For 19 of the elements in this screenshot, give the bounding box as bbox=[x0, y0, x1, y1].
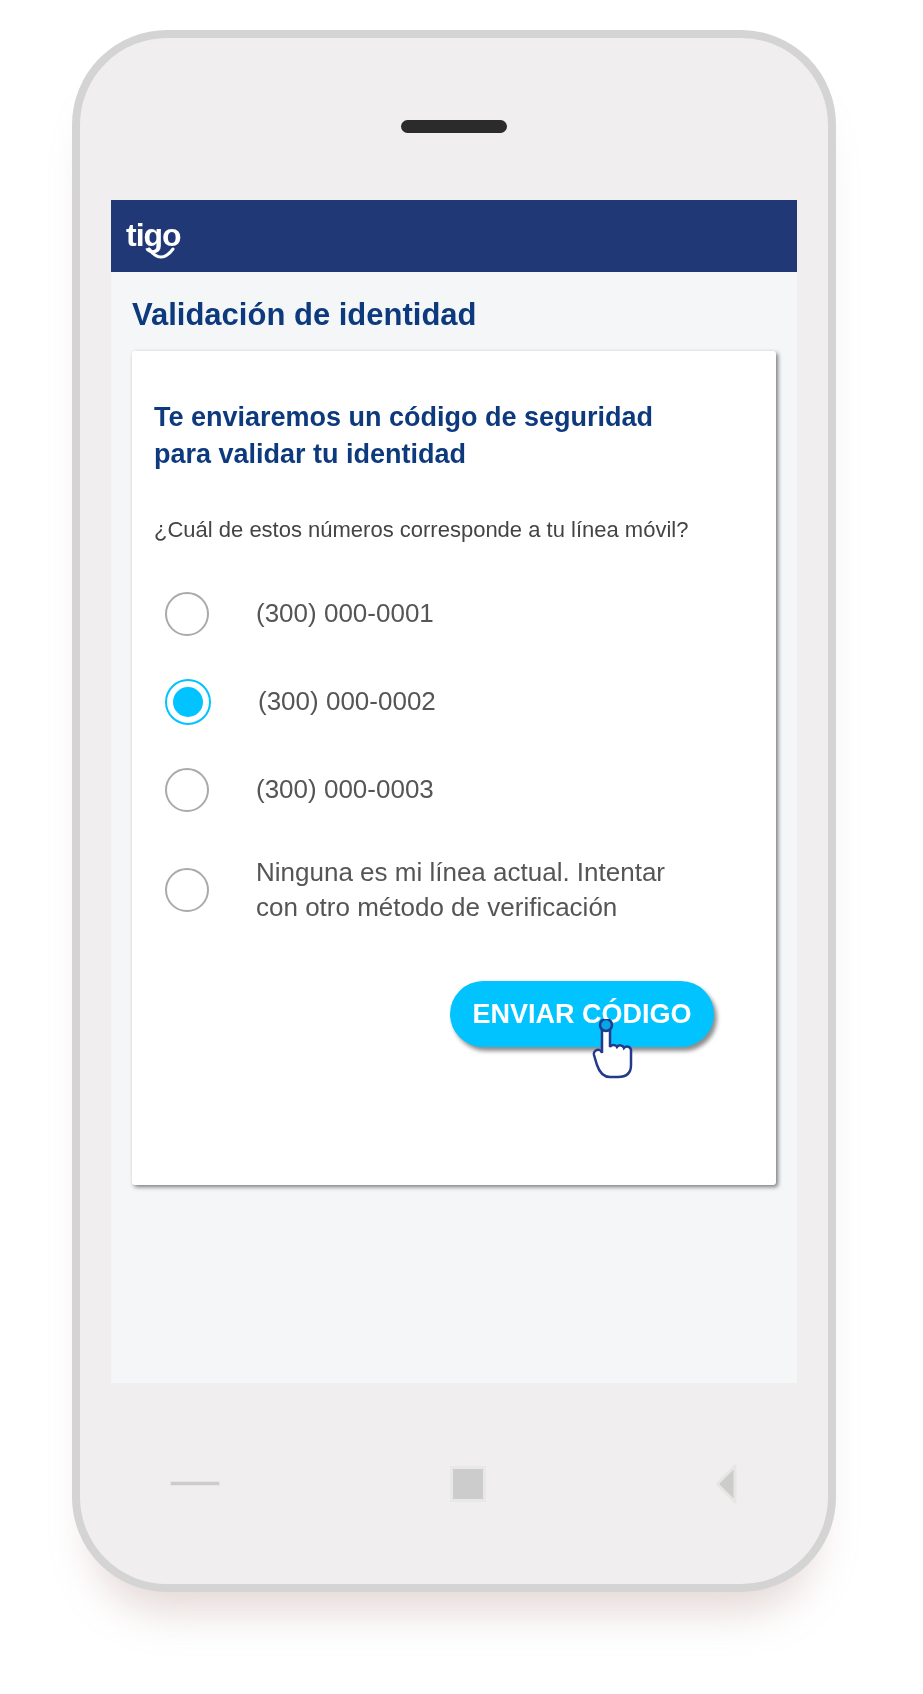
radio-option[interactable]: (300) 000-0003 bbox=[154, 767, 754, 812]
logo: tigo bbox=[126, 217, 181, 253]
radio-option[interactable]: (300) 000-0002 bbox=[154, 678, 754, 725]
radio-option[interactable]: (300) 000-0001 bbox=[154, 591, 754, 636]
radio-button[interactable] bbox=[165, 678, 211, 725]
square-icon[interactable] bbox=[450, 1465, 486, 1502]
option-label: (300) 000-0002 bbox=[258, 685, 437, 719]
option-label: (300) 000-0003 bbox=[256, 773, 435, 807]
radio-button[interactable] bbox=[165, 591, 209, 636]
minus-icon[interactable] bbox=[170, 1481, 220, 1486]
page-title: Validación de identidad bbox=[132, 296, 478, 334]
back-icon[interactable] bbox=[716, 1463, 738, 1504]
option-label: (300) 000-0001 bbox=[256, 597, 435, 631]
card-heading: Te enviaremos un código de seguridad para validar tu identidad bbox=[154, 400, 655, 471]
radio-button[interactable] bbox=[165, 867, 209, 912]
option-label: Ninguna es mi línea actual. Intentar con otro método de verificación bbox=[256, 855, 667, 924]
question-text: ¿Cuál de estos números corresponde a tu línea móvil? bbox=[154, 515, 690, 544]
radio-button[interactable] bbox=[165, 767, 209, 812]
radio-option[interactable]: Ninguna es mi línea actual. Intentar con otro método de verificación bbox=[154, 854, 754, 925]
